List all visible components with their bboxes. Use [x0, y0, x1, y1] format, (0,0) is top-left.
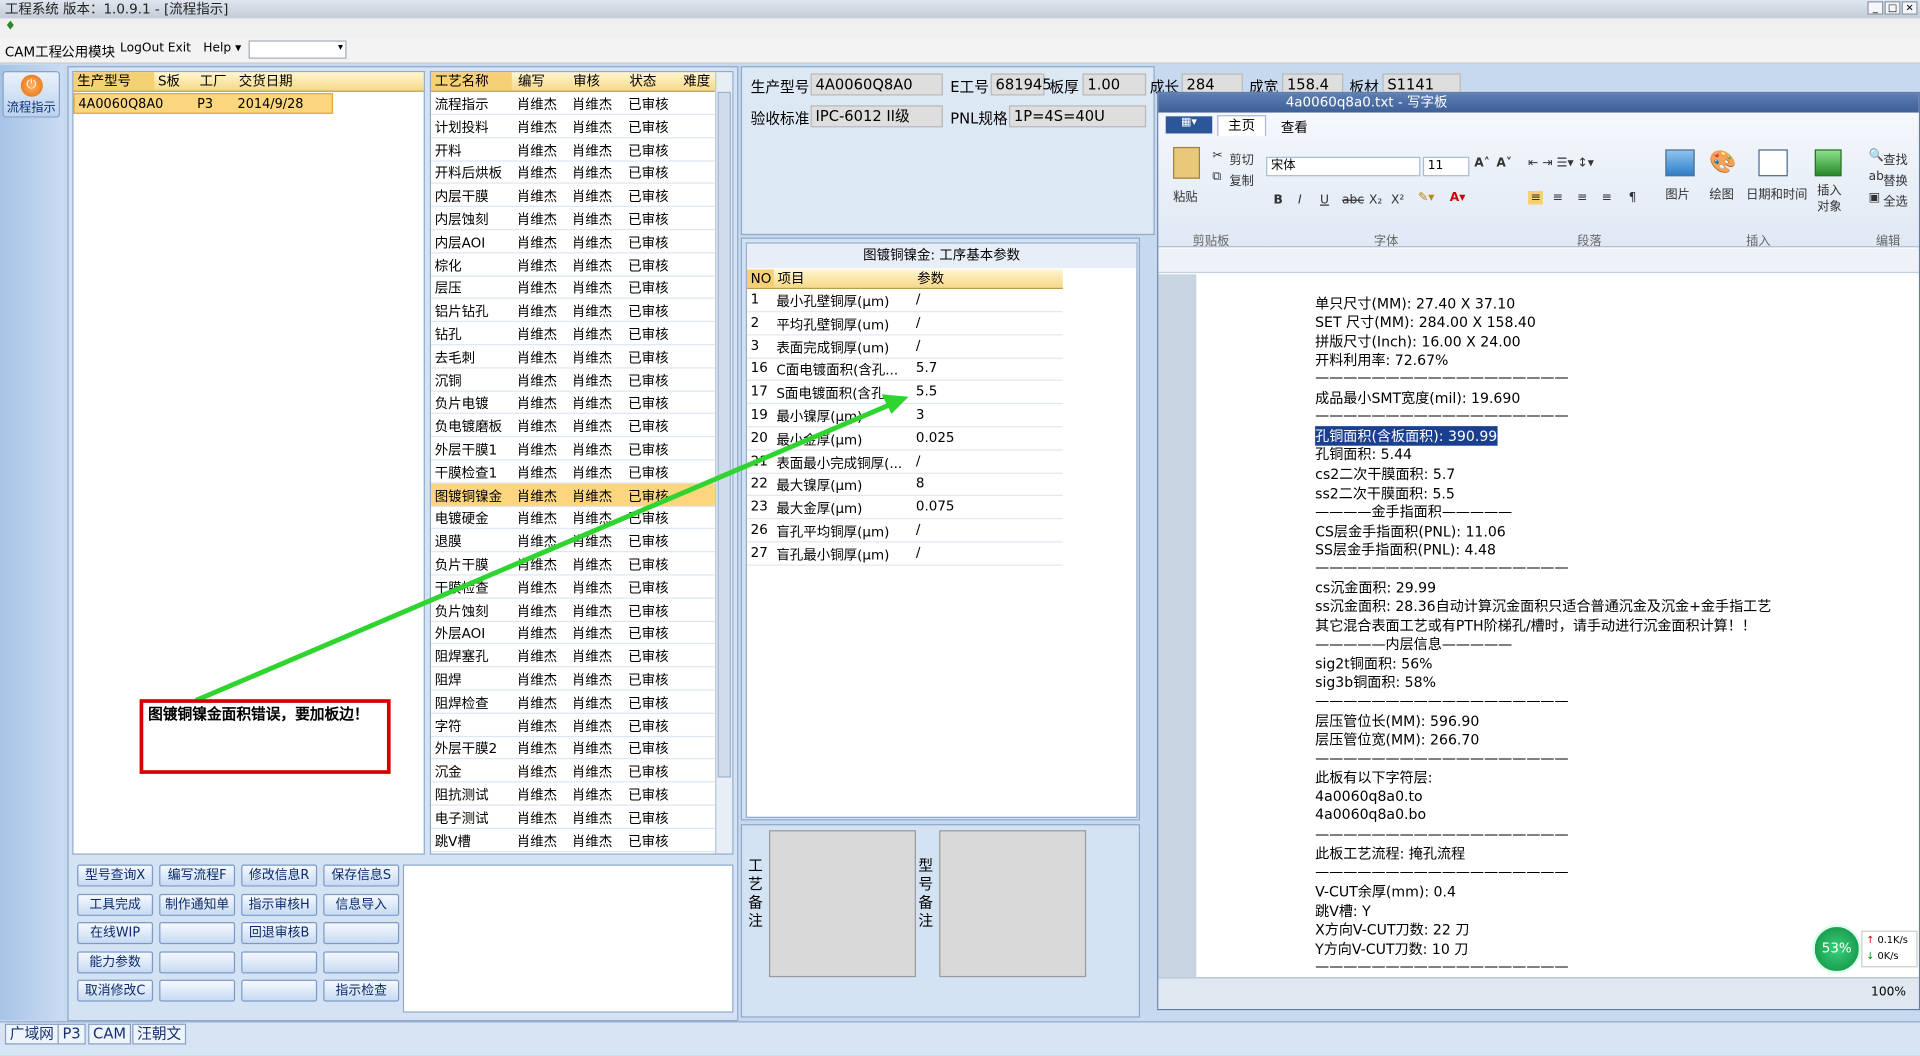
- annotation-note: 图镀铜镍金面积错误，要加板边！: [139, 699, 391, 774]
- status-factory[interactable]: P3: [57, 1023, 86, 1045]
- annotation-arrow: [194, 394, 909, 703]
- status-user[interactable]: 汪朝文: [132, 1023, 187, 1045]
- status-bar: [0, 1021, 1920, 1056]
- status-cam[interactable]: CAM: [88, 1023, 131, 1045]
- status-network[interactable]: 广域网: [4, 1023, 59, 1045]
